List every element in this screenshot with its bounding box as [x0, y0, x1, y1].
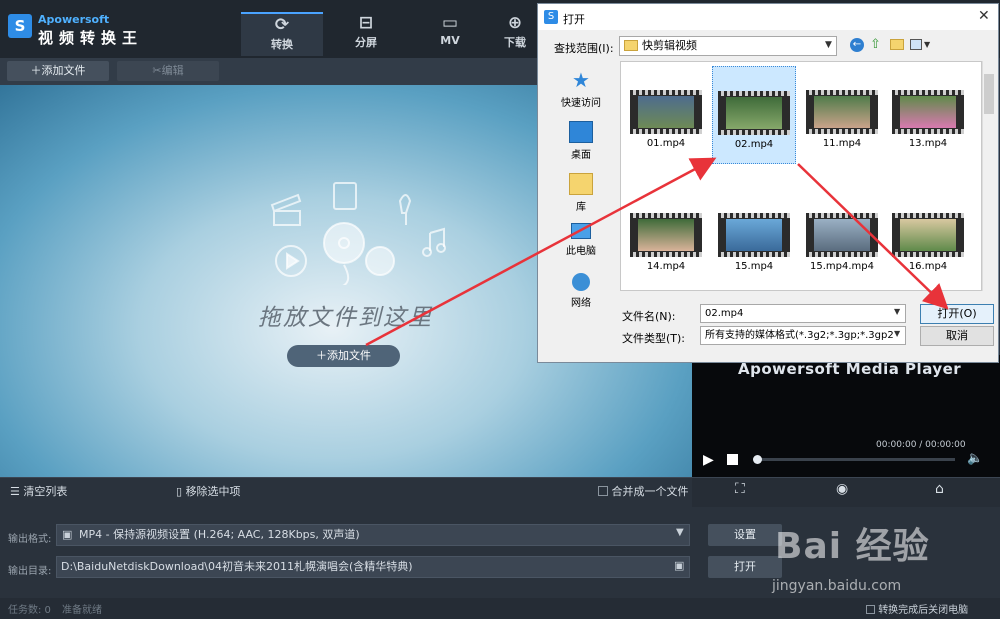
- arrow-to-file: [365, 157, 717, 347]
- arrow-to-open: [797, 163, 949, 310]
- watermark-logo: Bai 经验: [775, 526, 930, 567]
- watermark-url: jingyan.baidu.com: [772, 578, 902, 594]
